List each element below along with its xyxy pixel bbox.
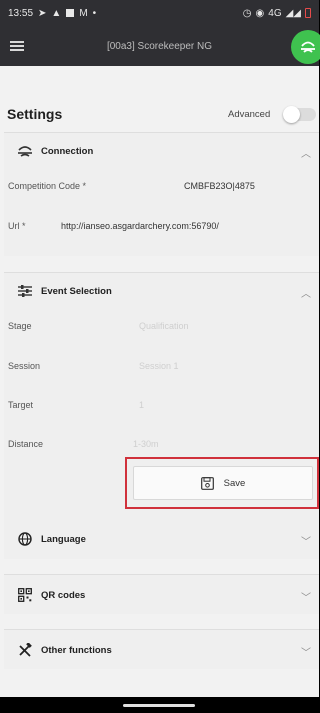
stage-label: Stage	[8, 321, 32, 331]
tools-icon	[17, 642, 33, 658]
qr-codes-header[interactable]: QR codes ﹀	[4, 575, 319, 615]
other-functions-header[interactable]: Other functions ﹀	[4, 630, 319, 670]
sliders-icon	[17, 283, 33, 299]
connection-header-label: Connection	[41, 145, 94, 157]
gesture-nav-bar	[0, 697, 319, 713]
connection-icon	[301, 41, 315, 53]
connection-card: Connection ︿ Competition Code * CMBFB23O…	[4, 132, 319, 256]
language-header[interactable]: Language ﹀	[4, 519, 319, 559]
network-type: 4G	[268, 7, 282, 19]
hotspot-icon: ◉	[255, 7, 265, 19]
save-button[interactable]: Save	[133, 466, 313, 500]
settings-screen: Settings Advanced Connection ︿ Competiti…	[0, 66, 319, 697]
other-functions-card: Other functions ﹀	[4, 629, 319, 669]
advanced-toggle[interactable]	[283, 106, 316, 123]
connection-icon	[17, 143, 33, 159]
other-functions-header-label: Other functions	[41, 644, 112, 656]
language-header-label: Language	[41, 533, 86, 545]
event-selection-header-label: Event Selection	[41, 285, 112, 297]
session-label: Session	[8, 361, 41, 371]
app-title: [00a3] Scorekeeper NG	[106, 40, 213, 52]
target-select[interactable]: 1	[139, 400, 144, 410]
advanced-label: Advanced	[228, 108, 271, 120]
url-input[interactable]: http://ianseo.asgardarchery.com:56790/	[61, 221, 219, 231]
session-select[interactable]: Session 1	[139, 361, 179, 371]
more-notifications-icon: •	[92, 7, 97, 19]
competition-code-label: Competition Code *	[8, 181, 87, 191]
qr-code-icon	[17, 587, 33, 603]
distance-label: Distance	[8, 439, 44, 449]
settings-header: Settings Advanced	[0, 100, 319, 128]
chevron-up-icon[interactable]: ︿	[301, 285, 311, 300]
location-icon: ▲	[51, 7, 62, 19]
navigation-arrow-icon: ➤	[38, 7, 47, 19]
image-notification-icon	[66, 9, 75, 17]
chevron-down-icon[interactable]: ﹀	[301, 533, 311, 548]
competition-code-input[interactable]: CMBFB23O|4875	[184, 181, 255, 191]
stage-select[interactable]: Qualification	[139, 321, 189, 331]
globe-icon	[17, 531, 33, 547]
language-card: Language ﹀	[4, 519, 319, 559]
gmail-icon: M	[79, 7, 88, 19]
alarm-icon: ◷	[242, 7, 252, 19]
status-time: 13:55	[8, 7, 34, 19]
url-label: Url *	[8, 221, 26, 231]
save-icon	[200, 476, 214, 490]
battery-icon	[305, 8, 311, 18]
chevron-down-icon[interactable]: ﹀	[301, 589, 311, 604]
distance-select[interactable]: 1-30m	[133, 439, 159, 449]
target-label: Target	[8, 400, 34, 410]
connection-status-button[interactable]	[291, 30, 320, 64]
home-gesture-handle[interactable]	[123, 704, 195, 707]
qr-codes-card: QR codes ﹀	[4, 574, 319, 614]
toggle-knob	[283, 106, 300, 123]
qr-codes-header-label: QR codes	[41, 589, 86, 601]
save-button-label: Save	[223, 477, 246, 489]
chevron-up-icon[interactable]: ︿	[301, 145, 311, 160]
app-bar: [00a3] Scorekeeper NG	[0, 26, 320, 66]
chevron-down-icon[interactable]: ﹀	[301, 644, 311, 659]
status-bar: 13:55 ➤ ▲ M • ◷ ◉ 4G ◢◢	[0, 0, 319, 26]
page-title: Settings	[7, 106, 63, 122]
signal-icon: ◢◢	[285, 7, 301, 19]
event-selection-header[interactable]: Event Selection ︿	[4, 273, 319, 309]
connection-header[interactable]: Connection ︿	[4, 133, 319, 169]
